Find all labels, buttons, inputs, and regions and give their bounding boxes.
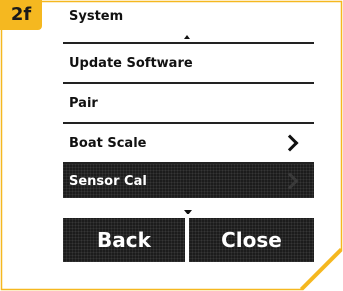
menu-list: System Update Software Pair Boat Scale S…: [63, 0, 314, 198]
menu-item-label: Pair: [69, 95, 98, 111]
menu-item-update-software[interactable]: Update Software: [63, 44, 314, 84]
menu-item-label: Boat Scale: [69, 135, 147, 151]
step-badge: 2f: [0, 0, 42, 30]
menu-item-boat-scale[interactable]: Boat Scale: [63, 124, 314, 164]
device-screen-frame: 2f System Update Software Pair Boat Scal…: [0, 0, 343, 291]
back-button[interactable]: Back: [63, 218, 185, 262]
menu-item-sensor-cal[interactable]: Sensor Cal: [63, 164, 314, 198]
menu-item-pair[interactable]: Pair: [63, 84, 314, 124]
menu-title-system: System: [63, 0, 314, 44]
menu-title-label: System: [69, 9, 124, 24]
menu-item-label: Sensor Cal: [69, 173, 147, 189]
close-button[interactable]: Close: [189, 218, 314, 262]
menu-item-label: Update Software: [69, 55, 193, 71]
chevron-right-icon: [281, 134, 299, 152]
scroll-up-icon: [184, 35, 190, 39]
chevron-right-icon: [281, 172, 299, 190]
